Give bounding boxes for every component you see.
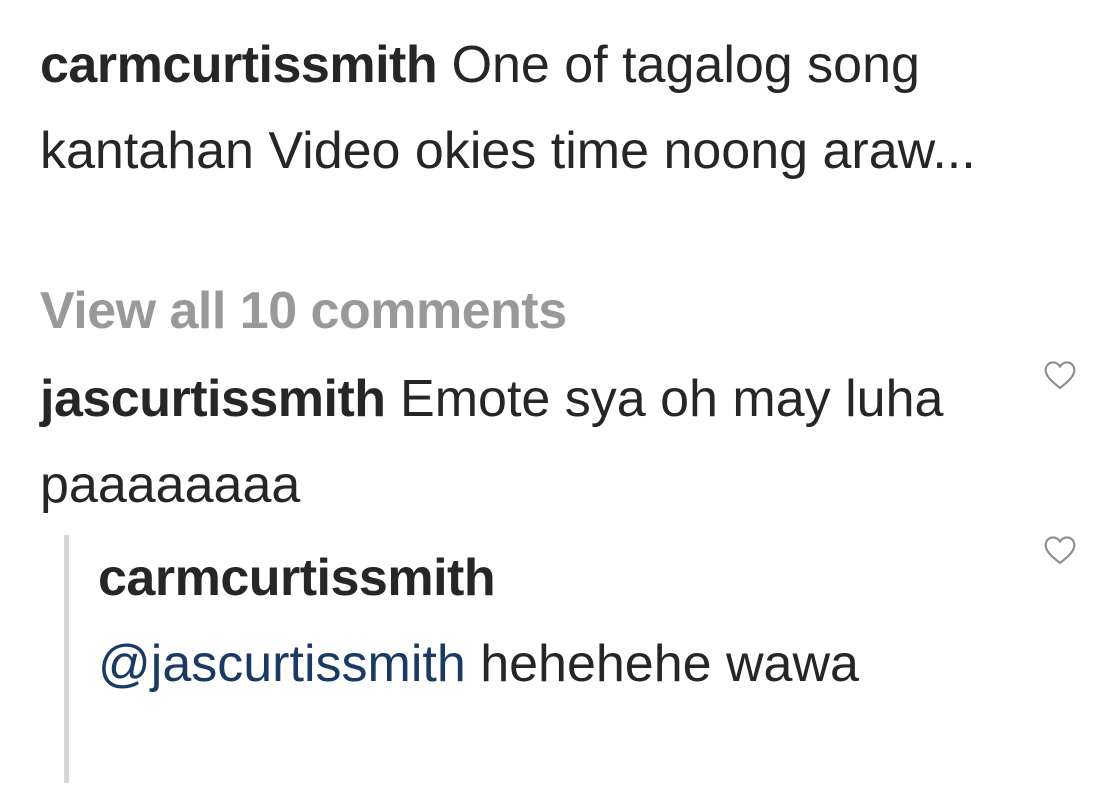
reply-item: carmcurtissmith @jascurtissmith hehehehe… — [98, 535, 998, 707]
post-caption: carmcurtissmith One of tagalog song kant… — [40, 22, 980, 194]
comment-item: jascurtissmith Emote sya oh may luha paa… — [40, 356, 1000, 528]
heart-outline-icon[interactable] — [1043, 360, 1077, 390]
caption-username[interactable]: carmcurtissmith — [40, 36, 438, 94]
reply-thread-line — [64, 535, 69, 783]
comment-username[interactable]: jascurtissmith — [40, 370, 386, 428]
reply-mention[interactable]: @jascurtissmith — [98, 635, 466, 693]
reply-username[interactable]: carmcurtissmith — [98, 535, 998, 621]
view-all-comments-link[interactable]: View all 10 comments — [40, 276, 567, 346]
reply-text: hehehehe wawa — [480, 635, 859, 693]
heart-outline-icon[interactable] — [1043, 535, 1077, 565]
